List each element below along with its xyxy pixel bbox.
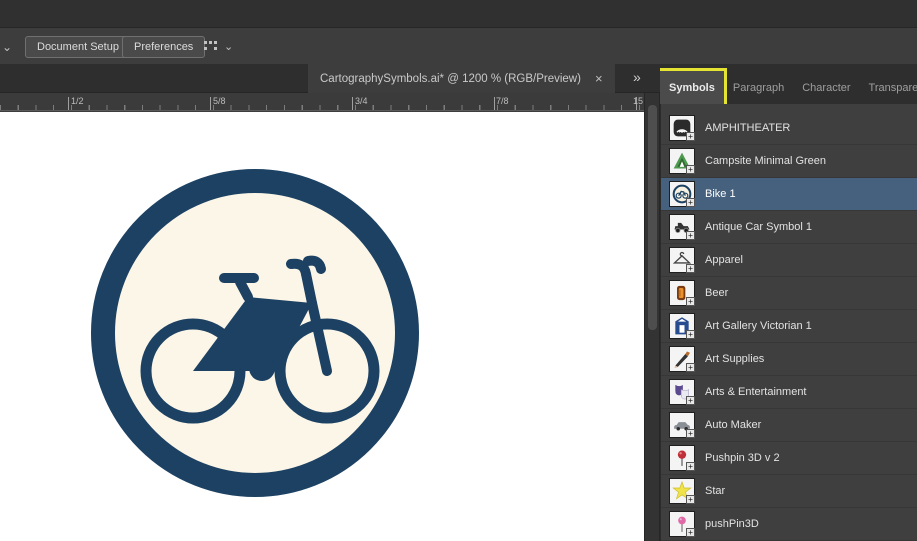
panel-tab-character[interactable]: Character [793, 71, 859, 104]
tab-close-icon[interactable]: × [595, 71, 603, 86]
symbols-list: + AMPHITHEATER + Campsite Minimal Green + Bik… [660, 104, 917, 541]
symbol-label: Arts & Entertainment [705, 386, 807, 398]
ruler: 1/2 5/8 3/4 7/8 15 [0, 93, 644, 111]
symbol-label: Auto Maker [705, 419, 762, 431]
art-supplies-icon: + [669, 346, 695, 372]
symbol-plus-badge: + [686, 132, 695, 141]
symbol-row-gallery[interactable]: + Art Gallery Victorian 1 [661, 310, 917, 343]
symbol-plus-badge: + [686, 429, 695, 438]
symbol-label: Beer [705, 287, 729, 299]
tool-options-chevron-icon: ⌄ [224, 40, 234, 53]
bike-icon: + [669, 181, 695, 207]
bike-symbol-artwork[interactable] [80, 158, 430, 508]
campsite-icon: + [669, 148, 695, 174]
beer-icon: + [669, 280, 695, 306]
symbol-row-campsite[interactable]: + Campsite Minimal Green [661, 145, 917, 178]
symbol-plus-badge: + [686, 231, 695, 240]
symbol-plus-badge: + [686, 495, 695, 504]
document-tab-title: CartographySymbols.ai* @ 1200 % (RGB/Pre… [320, 72, 581, 85]
symbol-row-car[interactable]: + Auto Maker [661, 409, 917, 442]
symbol-label: Apparel [705, 254, 743, 266]
symbol-label: pushPin3D [705, 518, 759, 530]
symbol-row-amphitheater[interactable]: + AMPHITHEATER [661, 112, 917, 145]
symbol-plus-badge: + [686, 198, 695, 207]
symbol-row-masks[interactable]: + Arts & Entertainment [661, 376, 917, 409]
symbol-label: Art Supplies [705, 353, 765, 365]
title-strip [0, 0, 917, 28]
symbol-plus-badge: + [686, 297, 695, 306]
amphitheater-icon: + [669, 115, 695, 141]
control-toolbar: ⌄ Document Setup Preferences ⌄ [0, 28, 917, 64]
gallery-icon: + [669, 313, 695, 339]
symbol-row-pushpin-pink[interactable]: + pushPin3D [661, 508, 917, 541]
star-icon: + [669, 478, 695, 504]
panel-tab-symbols[interactable]: Symbols [660, 68, 727, 104]
symbol-label: Pushpin 3D v 2 [705, 452, 780, 464]
symbol-plus-badge: + [686, 165, 695, 174]
symbol-row-bike[interactable]: + Bike 1 [661, 178, 917, 211]
symbol-row-art-supplies[interactable]: + Art Supplies [661, 343, 917, 376]
symbol-label: Bike 1 [705, 188, 736, 200]
symbol-plus-badge: + [686, 462, 695, 471]
symbol-row-pushpin-red[interactable]: + Pushpin 3D v 2 [661, 442, 917, 475]
pushpin-pink-icon: + [669, 511, 695, 537]
illustrator-window: ⌄ Document Setup Preferences ⌄ Cartograp… [0, 0, 917, 541]
masks-icon: + [669, 379, 695, 405]
preferences-button[interactable]: Preferences [122, 36, 206, 58]
transform-tool-icon [204, 41, 217, 50]
symbol-plus-badge: + [686, 264, 695, 273]
symbol-label: Art Gallery Victorian 1 [705, 320, 812, 332]
ruler-label: 5/8 [213, 96, 226, 106]
symbol-row-hanger[interactable]: + Apparel [661, 244, 917, 277]
bike-crank [249, 355, 275, 381]
symbol-label: Campsite Minimal Green [705, 155, 827, 167]
pushpin-red-icon: + [669, 445, 695, 471]
document-setup-button[interactable]: Document Setup [25, 36, 131, 58]
symbol-plus-badge: + [686, 363, 695, 372]
symbol-label: AMPHITHEATER [705, 122, 791, 134]
tab-overflow-chevrons-icon[interactable]: » [633, 69, 641, 85]
symbol-plus-badge: + [686, 330, 695, 339]
panel-tab-transparency[interactable]: Transparency [860, 71, 917, 104]
symbol-row-antique-car[interactable]: + Antique Car Symbol 1 [661, 211, 917, 244]
car-icon: + [669, 412, 695, 438]
scrollbar-thumb[interactable] [648, 105, 657, 330]
artboard-canvas[interactable] [0, 112, 644, 541]
symbol-row-beer[interactable]: + Beer [661, 277, 917, 310]
ruler-label: 1/2 [71, 96, 84, 106]
document-tab[interactable]: CartographySymbols.ai* @ 1200 % (RGB/Pre… [308, 64, 615, 93]
hanger-icon: + [669, 247, 695, 273]
symbol-row-star[interactable]: + Star [661, 475, 917, 508]
symbol-plus-badge: + [686, 528, 695, 537]
panel-tabs: SymbolsParagraphCharacterTransparency [660, 64, 917, 104]
collapsed-control-chevron-icon[interactable]: ⌄ [2, 40, 12, 54]
panel-tab-paragraph[interactable]: Paragraph [724, 71, 793, 104]
ruler-label: 15 [633, 96, 644, 106]
symbol-label: Antique Car Symbol 1 [705, 221, 812, 233]
antique-car-icon: + [669, 214, 695, 240]
tool-options-control[interactable]: ⌄ [203, 38, 233, 54]
symbol-label: Star [705, 485, 726, 497]
vertical-scrollbar[interactable] [644, 93, 660, 541]
symbol-plus-badge: + [686, 396, 695, 405]
ruler-label: 3/4 [355, 96, 368, 106]
ruler-label: 7/8 [496, 96, 509, 106]
